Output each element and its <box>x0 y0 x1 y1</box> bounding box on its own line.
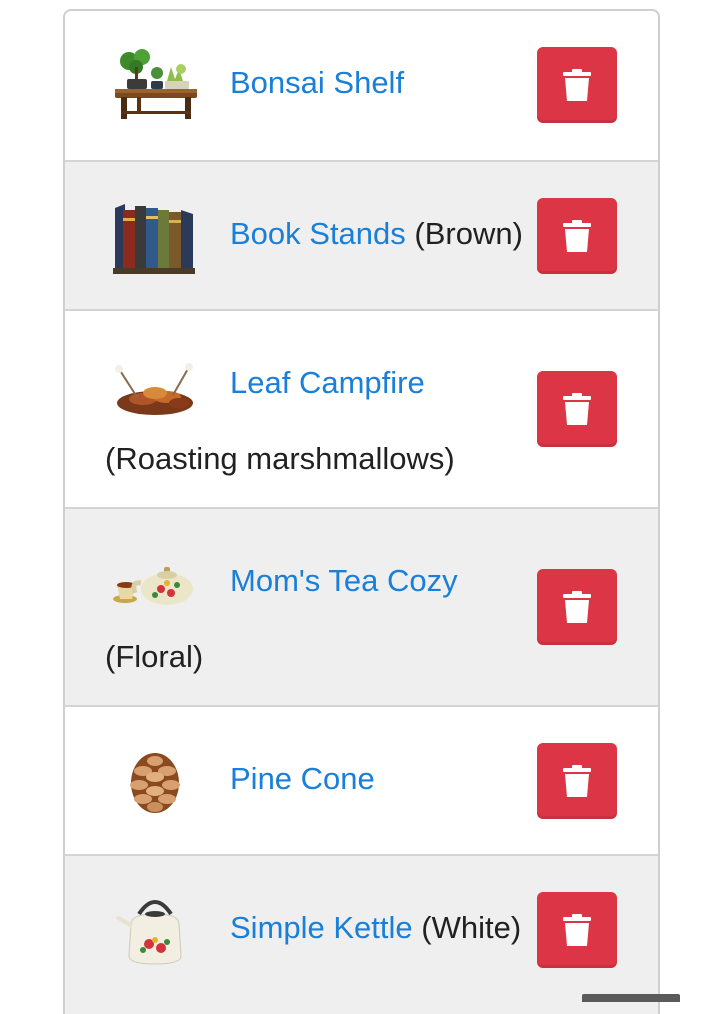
trash-icon <box>563 765 591 797</box>
list-item: Mom's Tea Cozy (Floral) <box>65 507 658 705</box>
list-item: Book Stands (Brown) <box>65 160 658 309</box>
book-stands-icon <box>109 190 201 282</box>
item-variant: (White) <box>421 910 522 945</box>
list-item: Simple Kettle (White) <box>65 854 658 1014</box>
trash-icon <box>563 69 591 101</box>
delete-button[interactable] <box>537 371 617 447</box>
item-variant: (Brown) <box>414 216 523 251</box>
item-title: Bonsai Shelf <box>230 63 404 103</box>
bonsai-shelf-icon <box>109 39 201 131</box>
item-name-link[interactable]: Bonsai Shelf <box>230 65 404 100</box>
trash-icon <box>563 591 591 623</box>
item-name-link[interactable]: Book Stands <box>230 216 406 251</box>
list-item: Pine Cone <box>65 705 658 854</box>
tea-cozy-icon <box>109 537 201 629</box>
item-name-link[interactable]: Simple Kettle <box>230 910 413 945</box>
delete-button[interactable] <box>537 743 617 819</box>
item-variant: (Roasting marshmallows) <box>105 441 455 476</box>
item-name-link[interactable]: Mom's Tea Cozy <box>230 563 458 598</box>
item-name-link[interactable]: Pine Cone <box>230 761 375 796</box>
list-item: Leaf Campfire (Roasting marshmallows) <box>65 309 658 507</box>
delete-button[interactable] <box>537 892 617 968</box>
kettle-icon <box>109 884 201 976</box>
trash-icon <box>563 914 591 946</box>
list-item: Bonsai Shelf <box>65 11 658 160</box>
leaf-campfire-icon <box>109 339 201 431</box>
scroll-handle[interactable] <box>582 994 680 1002</box>
trash-icon <box>563 220 591 252</box>
item-title: Pine Cone <box>230 759 375 799</box>
item-name-link[interactable]: Leaf Campfire <box>230 365 425 400</box>
item-variant: (Floral) <box>105 639 204 674</box>
item-title: Book Stands (Brown) <box>230 214 523 254</box>
trash-icon <box>563 393 591 425</box>
delete-button[interactable] <box>537 569 617 645</box>
item-title: Leaf Campfire <box>230 363 425 403</box>
delete-button[interactable] <box>537 198 617 274</box>
pine-cone-icon <box>109 735 201 827</box>
delete-button[interactable] <box>537 47 617 123</box>
item-list: Bonsai Shelf Book Stands (Brown) Leaf Ca… <box>63 9 660 1014</box>
item-title: Mom's Tea Cozy <box>230 561 458 601</box>
item-title: Simple Kettle (White) <box>230 908 521 948</box>
